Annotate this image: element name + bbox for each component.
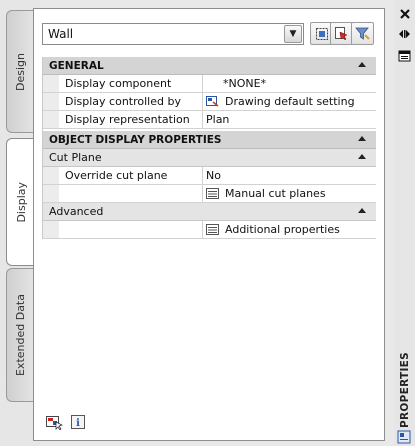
close-icon[interactable]: [399, 8, 411, 20]
property-row-manual-cut-planes[interactable]: Manual cut planes: [43, 185, 376, 203]
palette-title-text: PROPERTIES: [399, 352, 411, 428]
tab-extended-data-label: Extended Data: [13, 293, 27, 376]
collapse-icon[interactable]: [358, 208, 366, 213]
collapse-icon[interactable]: [358, 136, 366, 141]
svg-text:i: i: [76, 418, 80, 429]
object-type-dropdown[interactable]: Wall ▼: [42, 23, 304, 45]
property-value[interactable]: Drawing default setting: [203, 93, 376, 110]
info-icon[interactable]: i: [70, 414, 86, 430]
row-gutter: [43, 75, 59, 92]
property-value-text: Manual cut planes: [225, 187, 326, 200]
quick-select-button[interactable]: [330, 22, 353, 45]
display-properties-icon[interactable]: [46, 414, 64, 430]
palette-icon[interactable]: [397, 430, 411, 444]
filter-button[interactable]: [351, 22, 374, 45]
property-name: Display component: [59, 75, 203, 92]
property-row-display-representation[interactable]: Display representation Plan: [43, 111, 376, 129]
property-row-additional-properties[interactable]: Additional properties: [43, 221, 376, 239]
property-value-text: Additional properties: [225, 223, 340, 236]
property-value-text: *NONE*: [223, 77, 267, 90]
property-row-display-component[interactable]: Display component *NONE*: [43, 75, 376, 93]
property-value-text: Plan: [206, 113, 230, 126]
property-grid: GENERAL Display component *NONE* Display…: [42, 57, 376, 239]
property-name: Display representation: [59, 111, 203, 128]
tab-display-label: Display: [15, 181, 28, 223]
collapse-icon[interactable]: [358, 62, 366, 67]
properties-panel: Wall ▼ GENERAL Display component *NONE* …: [33, 8, 385, 441]
properties-menu-icon[interactable]: [398, 50, 411, 62]
category-object-display-properties[interactable]: OBJECT DISPLAY PROPERTIES: [43, 131, 376, 149]
row-gutter: [43, 93, 59, 110]
row-gutter: [43, 111, 59, 128]
filter-icon: [355, 27, 370, 40]
category-object-display-title: OBJECT DISPLAY PROPERTIES: [49, 133, 222, 146]
property-row-display-controlled-by[interactable]: Display controlled by Drawing default se…: [43, 93, 376, 111]
panel-footer-icons: i: [46, 414, 86, 430]
category-general[interactable]: GENERAL: [43, 57, 376, 75]
worksheet-icon: [206, 224, 219, 235]
property-value-text: Drawing default setting: [225, 95, 355, 108]
tab-design[interactable]: Design: [6, 10, 33, 133]
collapse-icon[interactable]: [358, 154, 366, 159]
property-name: Display controlled by: [59, 93, 203, 110]
property-row-override-cut-plane[interactable]: Override cut plane No: [43, 167, 376, 185]
property-value[interactable]: *NONE*: [203, 75, 376, 92]
worksheet-icon: [206, 188, 219, 199]
palette-title-bar: PROPERTIES: [394, 0, 415, 446]
tab-design-label: Design: [13, 52, 27, 91]
select-objects-icon: [315, 27, 328, 40]
subcategory-cut-plane-title: Cut Plane: [49, 151, 102, 164]
row-gutter: [43, 185, 59, 202]
auto-hide-icon[interactable]: [398, 29, 411, 39]
tab-extended-data[interactable]: Extended Data: [6, 268, 33, 402]
tab-display[interactable]: Display: [6, 138, 36, 266]
quick-select-icon: [335, 27, 348, 41]
additional-properties-button[interactable]: Additional properties: [203, 221, 376, 238]
object-type-value: Wall: [48, 27, 74, 41]
property-value[interactable]: No: [203, 167, 376, 184]
palette-title: PROPERTIES: [396, 352, 414, 428]
row-gutter: [43, 221, 59, 238]
row-gutter: [43, 167, 59, 184]
property-name: Override cut plane: [59, 167, 203, 184]
chevron-down-icon[interactable]: ▼: [284, 25, 302, 43]
manual-cut-planes-button[interactable]: Manual cut planes: [203, 185, 376, 202]
property-value-text: No: [206, 169, 221, 182]
subcategory-advanced-title: Advanced: [49, 205, 104, 218]
property-value[interactable]: Plan: [203, 111, 376, 128]
category-general-title: GENERAL: [49, 59, 104, 72]
property-name: [59, 221, 203, 238]
subcategory-advanced[interactable]: Advanced: [43, 203, 376, 221]
drawing-settings-icon: [206, 96, 219, 107]
subcategory-cut-plane[interactable]: Cut Plane: [43, 149, 376, 167]
property-name: [59, 185, 203, 202]
